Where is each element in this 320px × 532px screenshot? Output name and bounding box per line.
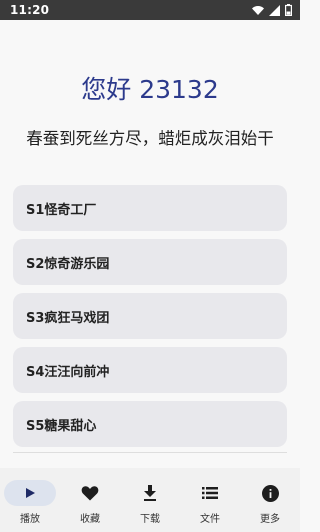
list-divider — [13, 452, 287, 453]
bottom-nav: 播放 收藏 下载 文件 更多 — [0, 468, 300, 532]
greeting-title: 您好 23132 — [81, 75, 219, 104]
nav-item-favorites[interactable]: 收藏 — [60, 468, 120, 532]
nav-label-files: 文件 — [200, 514, 220, 525]
signal-icon — [269, 4, 280, 16]
nav-item-files[interactable]: 文件 — [180, 468, 240, 532]
nav-label-favorites: 收藏 — [80, 514, 100, 525]
nav-label-play: 播放 — [20, 514, 40, 525]
nav-item-more[interactable]: 更多 — [240, 468, 300, 532]
play-icon — [26, 488, 35, 498]
season-item-s1[interactable]: S1怪奇工厂 — [13, 185, 287, 231]
season-list: S1怪奇工厂 S2惊奇游乐园 S3疯狂马戏团 S4汪汪向前冲 S5糖果甜心 — [13, 185, 287, 447]
nav-label-download: 下载 — [140, 514, 160, 525]
status-icons — [252, 4, 292, 16]
download-icon — [144, 485, 156, 501]
wifi-icon — [252, 5, 264, 15]
info-icon — [261, 484, 279, 502]
nav-item-download[interactable]: 下载 — [120, 468, 180, 532]
nav-item-play[interactable]: 播放 — [0, 468, 60, 532]
season-item-s3[interactable]: S3疯狂马戏团 — [13, 293, 287, 339]
nav-label-more: 更多 — [260, 514, 280, 525]
list-icon — [202, 487, 218, 499]
subtitle: 春蚕到死丝方尽，蜡炬成灰泪始干 — [26, 129, 274, 148]
nav-active-pill — [4, 480, 56, 506]
status-time: 11:20 — [10, 3, 50, 17]
status-bar: 11:20 — [0, 0, 300, 20]
heart-icon — [81, 486, 99, 501]
battery-icon — [285, 4, 292, 16]
season-item-s5[interactable]: S5糖果甜心 — [13, 401, 287, 447]
season-item-s4[interactable]: S4汪汪向前冲 — [13, 347, 287, 393]
season-item-s2[interactable]: S2惊奇游乐园 — [13, 239, 287, 285]
